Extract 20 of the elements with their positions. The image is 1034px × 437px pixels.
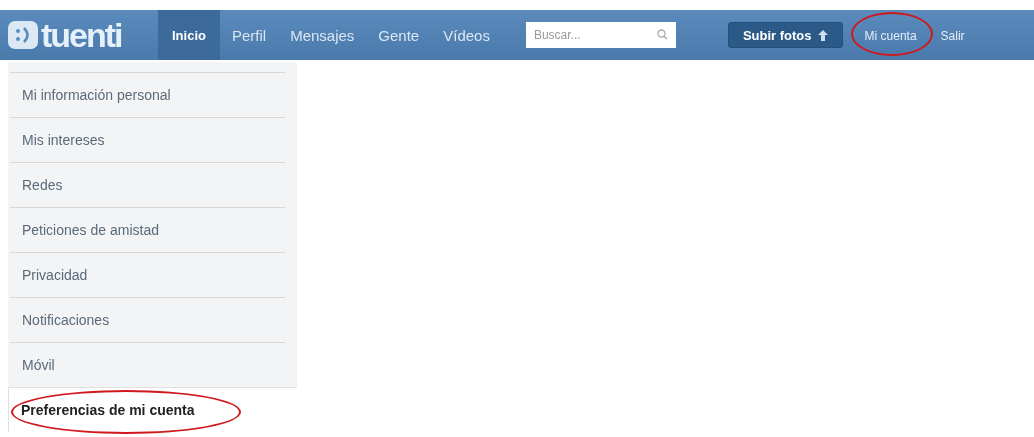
sidebar-item[interactable]: Preferencias de mi cuenta [8, 387, 297, 432]
sidebar-item[interactable]: Redes [10, 162, 285, 207]
nav-tab[interactable]: Perfil [219, 10, 279, 60]
sidebar-item[interactable]: Mi información personal [10, 72, 285, 117]
account-link[interactable]: Mi cuenta [864, 29, 917, 43]
account-link[interactable]: Salir [940, 29, 965, 43]
sidebar-item[interactable]: Privacidad [10, 252, 285, 297]
search-field[interactable]: Buscar... [525, 22, 676, 48]
sidebar-item[interactable]: Mis intereses [10, 117, 285, 162]
nav-tab[interactable]: Gente [366, 10, 432, 60]
search-icon [656, 29, 668, 40]
upload-photos-button[interactable]: Subir fotos [727, 22, 843, 48]
smiley-logo-icon [8, 21, 38, 49]
nav-tab[interactable]: Vídeos [431, 10, 502, 60]
sidebar-item[interactable]: Notificaciones [10, 297, 285, 342]
up-arrow-icon [817, 29, 828, 41]
sidebar-item[interactable]: Peticiones de amistad [10, 207, 285, 252]
nav-tab[interactable]: Mensajes [278, 10, 367, 60]
logo-wordmark[interactable]: tuenti [41, 18, 122, 52]
nav-tab[interactable]: Inicio [158, 10, 220, 60]
